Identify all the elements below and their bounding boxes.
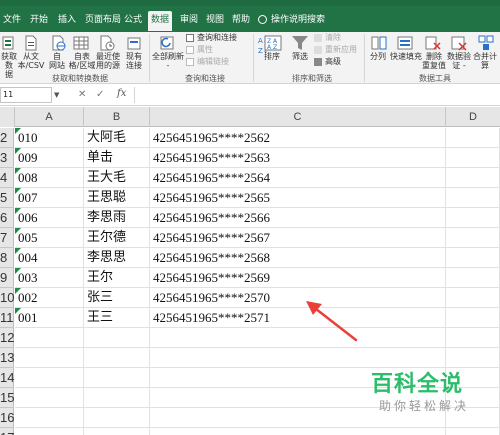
excel-window: 文件 开始 插入 页面布局 公式 数据 审阅 视图 帮助 操作说明搜索 获取数据…: [0, 0, 500, 435]
annotation-arrow: [306, 301, 358, 342]
watermark-subtitle: 助你轻松解决: [379, 399, 470, 413]
watermark-logo: 百科全说 助你轻松解决: [371, 372, 491, 414]
watermark-title: 百科全说: [371, 372, 464, 397]
